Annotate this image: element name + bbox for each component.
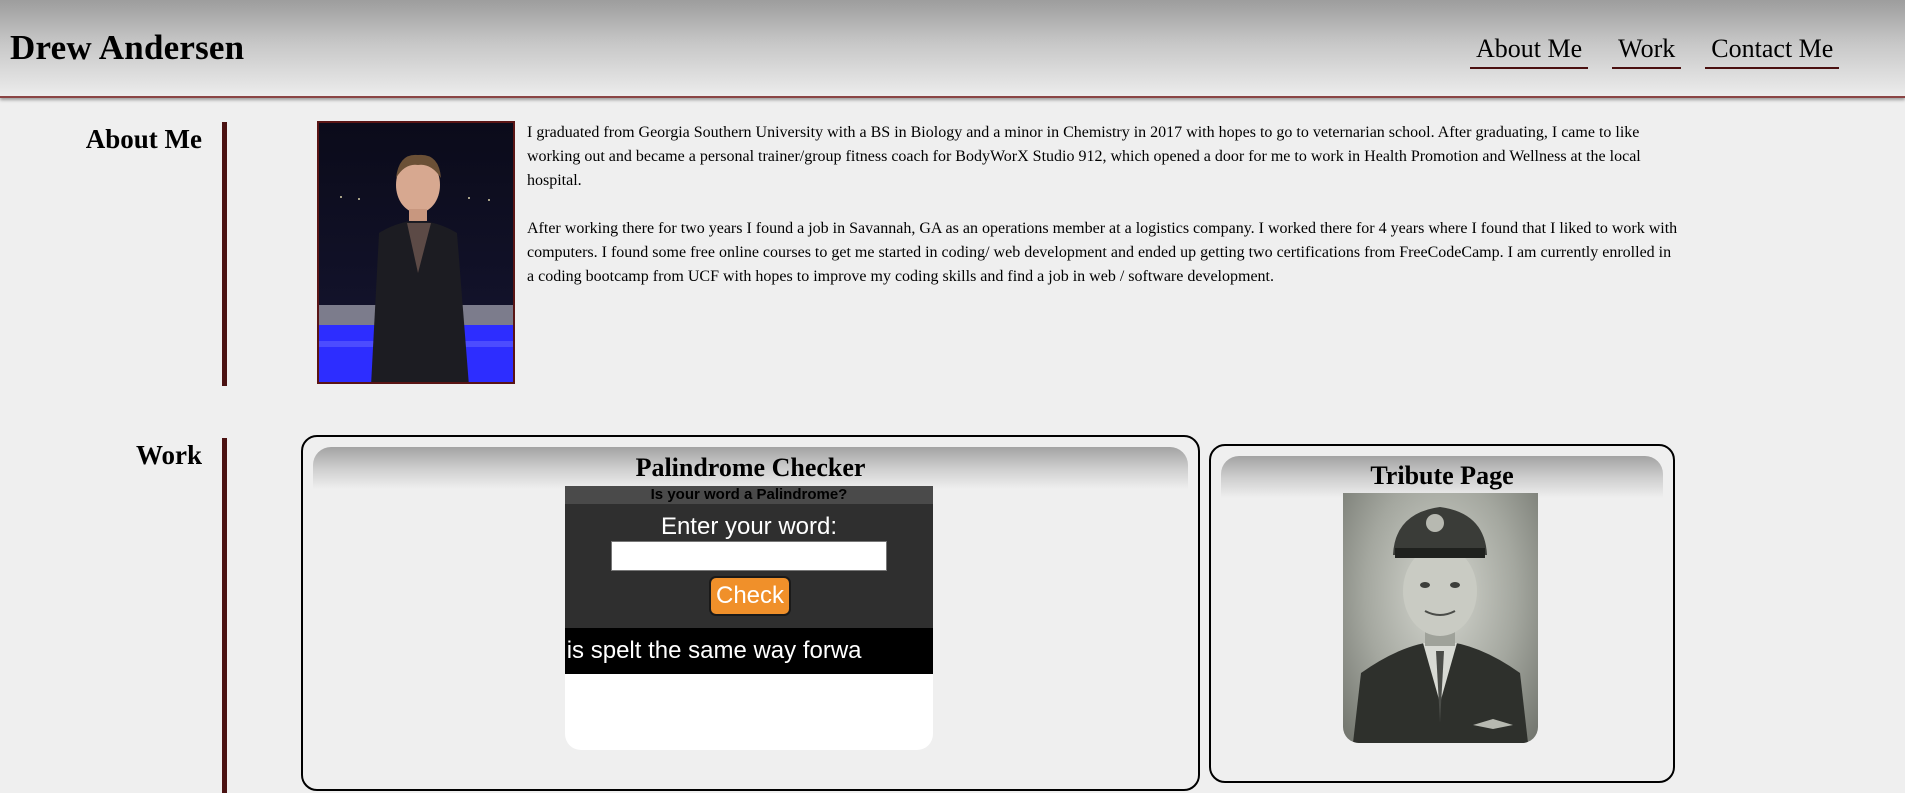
preview-panel: Is your word a Palindrome? Enter your wo…: [565, 486, 933, 628]
site-brand: Drew Andersen: [10, 28, 245, 67]
marquee-text: d that is spelt the same way forwa: [565, 637, 862, 664]
site-header: Drew Andersen About Me Work Contact Me: [0, 0, 1905, 98]
nav-link-work[interactable]: Work: [1612, 34, 1682, 69]
tribute-preview-image[interactable]: [1343, 493, 1538, 743]
project-title: Palindrome Checker: [635, 453, 866, 482]
main-nav: About Me Work Contact Me: [1470, 34, 1840, 69]
preview-question: Is your word a Palindrome?: [565, 486, 933, 504]
about-divider: [222, 122, 227, 386]
work-section-title: Work: [135, 440, 202, 470]
preview-prompt: Enter your word:: [660, 513, 838, 540]
about-paragraph: I graduated from Georgia Southern Univer…: [527, 124, 1641, 189]
preview-marquee: d that is spelt the same way forwa: [565, 628, 933, 674]
nav-link-about[interactable]: About Me: [1470, 34, 1589, 69]
about-section-title: About Me: [85, 124, 202, 154]
nav-link-contact[interactable]: Contact Me: [1705, 34, 1840, 69]
about-text: I graduated from Georgia Southern Univer…: [527, 121, 1682, 313]
project-title: Tribute Page: [1370, 461, 1514, 490]
palindrome-preview[interactable]: Is your word a Palindrome? Enter your wo…: [565, 486, 933, 750]
about-paragraph: After working there for two years I foun…: [527, 220, 1678, 285]
preview-check-button: Check: [709, 576, 791, 616]
preview-word-input: [611, 541, 887, 571]
profile-photo: [317, 121, 515, 384]
work-divider: [222, 438, 227, 793]
